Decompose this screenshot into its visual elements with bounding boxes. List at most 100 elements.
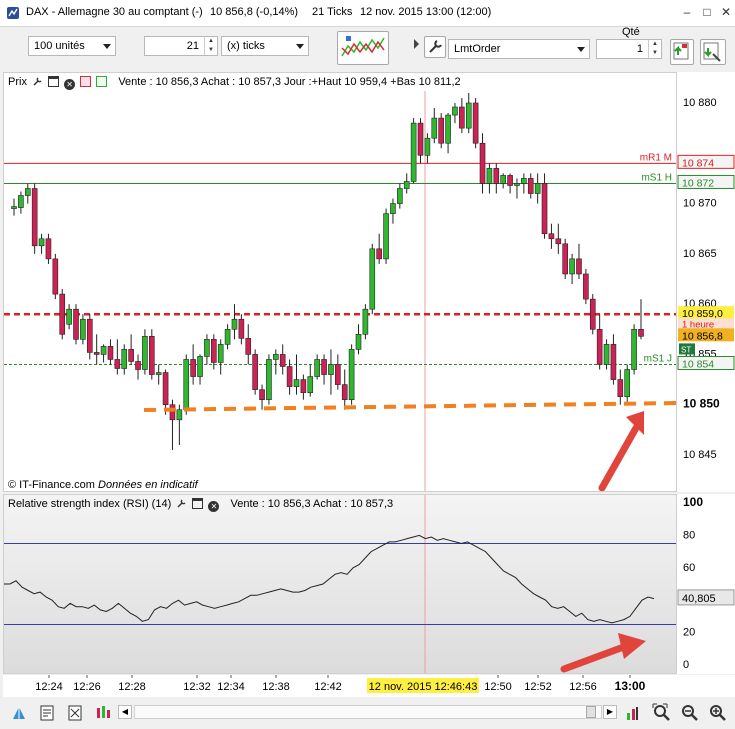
go-to-end-icon[interactable] bbox=[624, 703, 642, 723]
candle bbox=[479, 142, 486, 184]
candle bbox=[417, 122, 424, 156]
time-tick-label: 12:42 bbox=[314, 681, 342, 693]
bottom-toolbar: ◀ ▶ bbox=[0, 699, 735, 729]
quantity-stepper[interactable]: 1 ▲ ▼ bbox=[596, 39, 662, 59]
candle bbox=[438, 117, 444, 144]
time-tick-label: 12:28 bbox=[118, 681, 146, 693]
drawing-tools-icon[interactable] bbox=[38, 704, 56, 722]
wrench-icon[interactable] bbox=[176, 498, 187, 509]
cursor-tool-icon[interactable] bbox=[10, 704, 28, 722]
window-icon[interactable] bbox=[192, 498, 204, 509]
candle bbox=[149, 336, 155, 375]
chevron-down-icon bbox=[103, 44, 111, 49]
maximize-button[interactable]: □ bbox=[700, 5, 714, 19]
zoom-out-icon[interactable] bbox=[680, 703, 700, 723]
rsi-tick-label: 100 bbox=[683, 495, 703, 509]
price-panel-title: Prix bbox=[8, 76, 27, 88]
indicator-gallery-button[interactable] bbox=[337, 31, 389, 65]
support-line bbox=[143, 401, 676, 412]
candle bbox=[279, 354, 286, 367]
candle bbox=[314, 359, 320, 377]
rsi-axis[interactable]: 10080604020040,805 bbox=[677, 494, 735, 674]
candle bbox=[252, 354, 258, 390]
scroll-right-button[interactable]: ▶ bbox=[603, 705, 617, 719]
scrollbar-thumb[interactable] bbox=[586, 706, 596, 718]
price-chart-panel[interactable]: mR1 M mS1 H mS1 J Prix ✕ Vente : 10 856,3 … bbox=[3, 72, 677, 492]
scroll-left-button[interactable]: ◀ bbox=[118, 705, 132, 719]
close-circle-icon[interactable]: ✕ bbox=[208, 501, 220, 512]
rsi-current-value: 40,805 bbox=[682, 593, 716, 605]
rsi-panel-title: Relative strength index (RSI) (14) bbox=[8, 498, 172, 510]
units-select-value: 100 unités bbox=[34, 40, 85, 52]
copyright-note: © IT-Finance.com Données en indicatif bbox=[8, 479, 198, 491]
time-tick-label: 12:56 bbox=[569, 681, 597, 693]
candle bbox=[121, 349, 128, 369]
rsi-panel[interactable]: Relative strength index (RSI) (14) ✕ Ven… bbox=[3, 494, 677, 674]
stepper-arrows-icon[interactable]: ▲ ▼ bbox=[648, 40, 661, 58]
time-tick-label: 12:34 bbox=[217, 681, 245, 693]
level-name: mS1 J bbox=[644, 353, 672, 364]
rsi-axis-svg: 10080604020040,805 bbox=[677, 494, 735, 674]
candle bbox=[541, 183, 548, 235]
candle bbox=[259, 389, 265, 400]
candle bbox=[107, 346, 114, 360]
minimize-button[interactable]: – bbox=[680, 5, 694, 19]
candle bbox=[80, 318, 86, 340]
price-axis[interactable]: 10 880 10 870 10 865 10 860 10 855 10 850 10 8… bbox=[677, 72, 735, 492]
tick-count-value: 21 bbox=[186, 40, 199, 52]
time-axis[interactable]: 12:24 12:26 12:28 12:32 12:34 12:38 12:42 12:50… bbox=[3, 675, 735, 697]
chart-datetime: 12 nov. 2015 13:00 (12:00) bbox=[360, 6, 492, 18]
zoom-in-icon[interactable] bbox=[708, 703, 728, 723]
panel-expand-icon[interactable] bbox=[414, 39, 419, 49]
price-tick-label: 10 850 bbox=[683, 397, 720, 411]
sell-order-button[interactable] bbox=[700, 39, 726, 65]
window-icon[interactable] bbox=[48, 76, 60, 87]
rsi-tick-label: 0 bbox=[683, 659, 689, 671]
zoom-fit-icon[interactable] bbox=[652, 703, 672, 723]
time-tick-label: 12:50 bbox=[484, 681, 512, 693]
candle bbox=[424, 137, 431, 156]
tick-count-stepper[interactable]: 21 ▲ ▼ bbox=[144, 36, 218, 56]
buy-order-button[interactable] bbox=[670, 39, 694, 65]
instrument-name: DAX - Allemagne 30 au comptant (-) bbox=[26, 6, 203, 18]
candle bbox=[569, 258, 575, 275]
price-quote: Vente : 10 856,3 Achat : 10 857,3 Jour :… bbox=[118, 76, 461, 88]
price-tick-label: 10 845 bbox=[683, 449, 717, 461]
data-disclaimer: Données en indicatif bbox=[98, 479, 198, 491]
order-type-select[interactable]: LmtOrder bbox=[448, 39, 590, 59]
rsi-chart[interactable] bbox=[4, 495, 676, 673]
wrench-icon[interactable] bbox=[32, 76, 43, 87]
sell-order-icon[interactable] bbox=[80, 76, 92, 87]
time-tick-label: 12:52 bbox=[524, 681, 552, 693]
candle bbox=[431, 117, 438, 139]
buy-order-icon[interactable] bbox=[96, 76, 108, 87]
print-icon[interactable] bbox=[66, 704, 84, 722]
time-tick-label: 12:38 bbox=[262, 681, 290, 693]
level-name: mS1 H bbox=[641, 172, 672, 183]
candle bbox=[576, 258, 582, 275]
tick-unit-select[interactable]: (x) ticks bbox=[221, 36, 309, 56]
current-price: 10 856,8 (-0,14%) bbox=[210, 6, 299, 18]
title-bar: DAX - Allemagne 30 au comptant (-) 10 85… bbox=[0, 0, 735, 27]
time-axis-svg: 12:24 12:26 12:28 12:32 12:34 12:38 12:42 12:50… bbox=[35, 675, 646, 693]
order-settings-button[interactable] bbox=[424, 36, 446, 58]
candle bbox=[459, 106, 465, 129]
price-tick-label: 10 870 bbox=[683, 198, 717, 210]
sell-ticket-icon bbox=[703, 42, 721, 62]
price-chart[interactable]: mR1 M mS1 H mS1 J bbox=[4, 73, 676, 491]
close-button[interactable]: ✕ bbox=[719, 5, 733, 19]
quantity-value: 1 bbox=[636, 43, 643, 55]
tick-unit-value: (x) ticks bbox=[227, 40, 265, 52]
chart-type-icon[interactable] bbox=[94, 704, 112, 722]
candle bbox=[617, 379, 624, 397]
candle bbox=[73, 308, 79, 340]
rsi-tick-label: 20 bbox=[683, 627, 695, 639]
stepper-arrows-icon[interactable]: ▲ ▼ bbox=[204, 37, 217, 55]
close-circle-icon[interactable]: ✕ bbox=[64, 79, 76, 90]
horizontal-scrollbar[interactable] bbox=[134, 705, 602, 719]
units-select[interactable]: 100 unités bbox=[28, 36, 116, 56]
candle bbox=[273, 354, 279, 360]
candle bbox=[197, 356, 203, 377]
candle bbox=[286, 366, 293, 387]
candle bbox=[45, 238, 52, 260]
